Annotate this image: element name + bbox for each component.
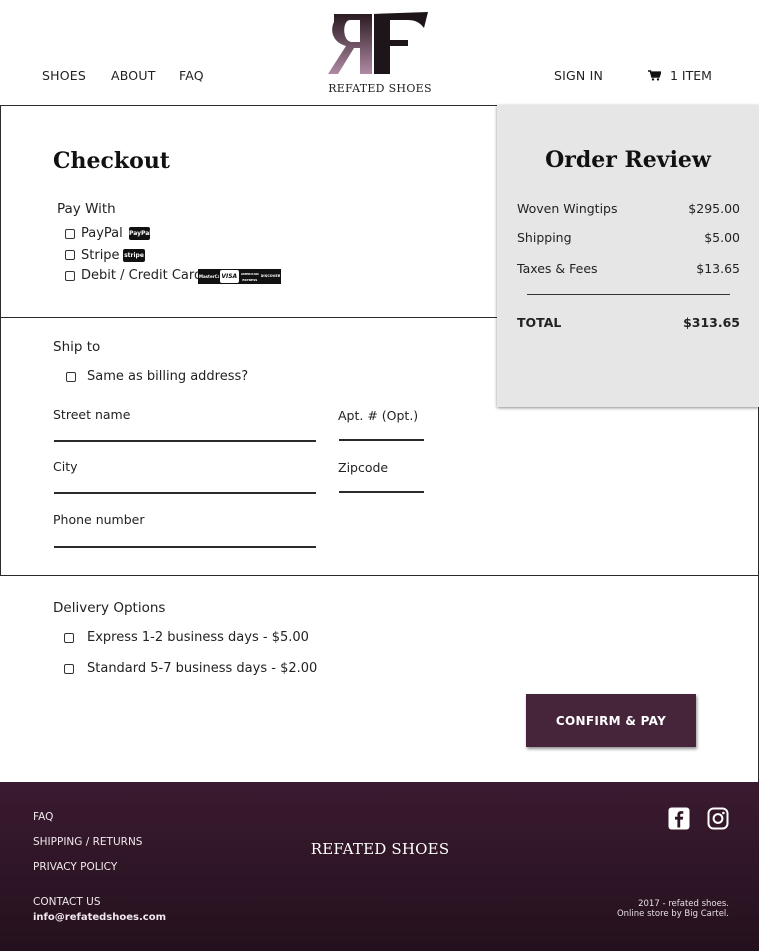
ship-to-title: Ship to: [53, 339, 101, 355]
card-checkbox[interactable]: [65, 271, 75, 281]
cart-icon: [648, 70, 661, 81]
footer-email-link[interactable]: info@refatedshoes.com: [33, 912, 166, 923]
express-label: Express 1-2 business days - $5.00: [87, 630, 309, 645]
review-row-total: TOTAL $313.65: [517, 315, 740, 330]
footer-privacy-link[interactable]: PRIVACY POLICY: [33, 861, 117, 873]
visa-logo: VISA: [219, 270, 239, 283]
review-divider: [527, 294, 730, 295]
shipping-price: $5.00: [704, 230, 740, 245]
amex-logo: AMERICAN EXPRESS: [240, 270, 260, 283]
same-as-billing-checkbox[interactable]: [66, 372, 76, 382]
brand-name: REFATED SHOES: [328, 82, 432, 95]
apt-input[interactable]: [339, 439, 424, 441]
city-input[interactable]: [54, 492, 316, 494]
footer-faq-link[interactable]: FAQ: [33, 811, 53, 823]
taxes-label: Taxes & Fees: [517, 261, 598, 276]
instagram-icon[interactable]: [707, 807, 729, 830]
nav-faq[interactable]: FAQ: [179, 68, 204, 83]
street-input[interactable]: [54, 440, 316, 442]
stripe-badge: stripe: [123, 249, 145, 262]
discover-logo: DISCOVER: [260, 270, 280, 283]
cart-count: 1 ITEM: [670, 68, 712, 83]
same-as-billing-label: Same as billing address?: [87, 369, 249, 384]
item-name: Woven Wingtips: [517, 201, 618, 216]
card-label: Debit / Credit Card: [81, 268, 203, 283]
express-checkbox[interactable]: [64, 633, 74, 643]
nav-shoes[interactable]: SHOES: [42, 68, 86, 83]
item-price: $295.00: [688, 201, 740, 216]
footer-contact-link[interactable]: CONTACT US: [33, 896, 100, 908]
total-value: $313.65: [683, 315, 740, 330]
card-logos: MasterCard VISA AMERICAN EXPRESS DISCOVE…: [198, 269, 281, 284]
stripe-checkbox[interactable]: [65, 250, 75, 260]
standard-checkbox[interactable]: [64, 664, 74, 674]
mastercard-logo: MasterCard: [199, 270, 219, 283]
sign-in-link[interactable]: SIGN IN: [554, 68, 603, 83]
checkout-section: Checkout Pay With PayPal PayPal Stripe s…: [0, 105, 499, 318]
facebook-icon[interactable]: [668, 807, 690, 830]
footer-brand: REFATED SHOES: [310, 840, 450, 858]
site-footer: FAQ SHIPPING / RETURNS PRIVACY POLICY CO…: [0, 782, 759, 951]
delivery-title: Delivery Options: [53, 600, 166, 616]
phone-label: Phone number: [53, 512, 145, 527]
standard-label: Standard 5-7 business days - $2.00: [87, 661, 318, 676]
paypal-label: PayPal: [81, 226, 123, 241]
street-label: Street name: [53, 407, 131, 422]
shipping-label: Shipping: [517, 230, 572, 245]
confirm-pay-button[interactable]: CONFIRM & PAY: [526, 694, 696, 747]
phone-input[interactable]: [54, 546, 316, 548]
nav-about[interactable]: ABOUT: [111, 68, 156, 83]
copyright-text: 2017 - refated shoes.: [638, 899, 729, 909]
store-credit-text: Online store by Big Cartel.: [616, 909, 729, 919]
city-label: City: [53, 459, 78, 474]
review-row-taxes: Taxes & Fees $13.65: [517, 261, 740, 276]
brand-logo[interactable]: [328, 8, 432, 80]
order-review-panel: Order Review Woven Wingtips $295.00 Ship…: [497, 105, 759, 407]
review-row-shipping: Shipping $5.00: [517, 230, 740, 245]
review-row-item: Woven Wingtips $295.00: [517, 201, 740, 216]
pay-with-label: Pay With: [57, 201, 116, 217]
total-label: TOTAL: [517, 315, 562, 330]
taxes-price: $13.65: [696, 261, 740, 276]
zipcode-input[interactable]: [339, 491, 424, 493]
footer-shipping-link[interactable]: SHIPPING / RETURNS: [33, 836, 142, 848]
paypal-badge: PayPal: [129, 227, 151, 240]
cart-button[interactable]: 1 ITEM: [648, 68, 712, 83]
stripe-label: Stripe: [81, 248, 120, 263]
paypal-checkbox[interactable]: [65, 229, 75, 239]
checkout-title: Checkout: [53, 148, 170, 174]
zipcode-label: Zipcode: [338, 460, 389, 475]
order-review-title: Order Review: [545, 147, 711, 173]
apt-label: Apt. # (Opt.): [338, 408, 419, 423]
